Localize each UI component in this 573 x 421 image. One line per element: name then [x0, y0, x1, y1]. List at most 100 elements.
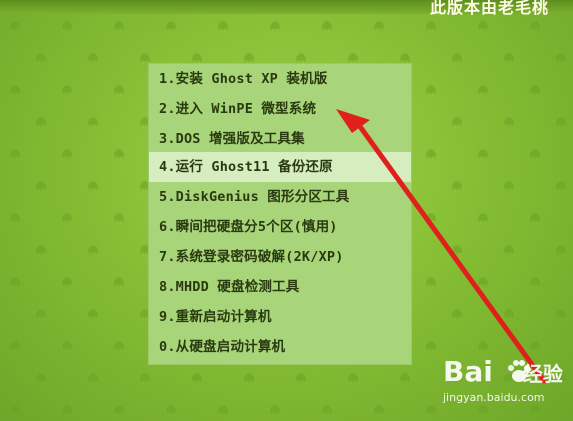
leaf-decoration	[346, 372, 360, 384]
leaf-decoration	[320, 20, 334, 32]
menu-item-label: 5.DiskGenius 图形分区工具	[159, 189, 350, 205]
leaf-decoration	[528, 20, 542, 32]
leaf-decoration	[164, 20, 178, 32]
paw-icon	[508, 360, 530, 382]
leaf-decoration	[502, 180, 516, 192]
leaf-decoration	[528, 276, 542, 288]
leaf-decoration	[8, 404, 22, 416]
menu-item-install-ghost-xp[interactable]: 1.安装 Ghost XP 装机版	[149, 64, 411, 94]
leaf-decoration	[450, 180, 464, 192]
leaf-decoration	[8, 276, 22, 288]
leaf-decoration	[502, 116, 516, 128]
leaf-decoration	[502, 244, 516, 256]
leaf-decoration	[86, 308, 100, 320]
menu-item-ghost11[interactable]: 4.运行 Ghost11 备份还原	[149, 152, 411, 182]
leaf-decoration	[502, 308, 516, 320]
menu-item-label: 0.从硬盘启动计算机	[159, 339, 286, 355]
leaf-decoration	[190, 372, 204, 384]
menu-item-label: 8.MHDD 硬盘检测工具	[159, 279, 300, 295]
menu-item-password-crack[interactable]: 7.系统登录密码破解(2K/XP)	[149, 242, 411, 272]
leaf-decoration	[528, 340, 542, 352]
leaf-decoration	[476, 148, 490, 160]
leaf-decoration	[60, 404, 74, 416]
leaf-decoration	[528, 148, 542, 160]
leaf-decoration	[34, 52, 48, 64]
menu-item-label: 2.进入 WinPE 微型系统	[159, 101, 317, 117]
leaf-decoration	[242, 372, 256, 384]
leaf-decoration	[554, 116, 568, 128]
leaf-decoration	[34, 116, 48, 128]
baidu-jingyan-watermark: Bai 经验 jingyan.baidu.com	[443, 355, 563, 411]
leaf-decoration	[34, 372, 48, 384]
leaf-decoration	[112, 20, 126, 32]
leaf-decoration	[424, 148, 438, 160]
leaf-decoration	[424, 212, 438, 224]
leaf-decoration	[398, 372, 412, 384]
leaf-decoration	[216, 404, 230, 416]
leaf-decoration	[424, 340, 438, 352]
watermark-brand: Bai 经验	[443, 355, 563, 388]
leaf-decoration	[528, 84, 542, 96]
leaf-decoration	[86, 244, 100, 256]
leaf-decoration	[8, 20, 22, 32]
leaf-decoration	[372, 404, 386, 416]
leaf-decoration	[34, 180, 48, 192]
leaf-decoration	[372, 20, 386, 32]
leaf-decoration	[60, 84, 74, 96]
leaf-decoration	[112, 404, 126, 416]
menu-item-label: 6.瞬间把硬盘分5个区(慎用)	[159, 219, 338, 235]
leaf-decoration	[476, 212, 490, 224]
top-title: 此版本由老毛桃	[429, 0, 549, 17]
leaf-decoration	[528, 212, 542, 224]
menu-item-label: 1.安装 Ghost XP 装机版	[159, 71, 328, 87]
leaf-decoration	[86, 116, 100, 128]
leaf-decoration	[450, 244, 464, 256]
leaf-decoration	[424, 20, 438, 32]
leaf-decoration	[424, 404, 438, 416]
leaf-decoration	[8, 340, 22, 352]
leaf-decoration	[60, 20, 74, 32]
menu-item-reboot[interactable]: 9.重新启动计算机	[149, 302, 411, 332]
leaf-decoration	[476, 20, 490, 32]
menu-item-dos-tools[interactable]: 3.DOS 增强版及工具集	[149, 124, 411, 154]
menu-item-winpe[interactable]: 2.进入 WinPE 微型系统	[149, 94, 411, 124]
menu-item-partition-5[interactable]: 6.瞬间把硬盘分5个区(慎用)	[149, 212, 411, 242]
leaf-decoration	[112, 148, 126, 160]
leaf-decoration	[476, 276, 490, 288]
boot-menu: 1.安装 Ghost XP 装机版 2.进入 WinPE 微型系统 3.DOS …	[148, 63, 412, 365]
leaf-decoration	[60, 276, 74, 288]
leaf-decoration	[424, 84, 438, 96]
menu-item-label: 3.DOS 增强版及工具集	[159, 131, 305, 147]
leaf-decoration	[216, 20, 230, 32]
watermark-url: jingyan.baidu.com	[443, 391, 545, 404]
leaf-decoration	[86, 180, 100, 192]
menu-item-diskgenius[interactable]: 5.DiskGenius 图形分区工具	[149, 182, 411, 212]
leaf-decoration	[268, 404, 282, 416]
menu-item-mhdd[interactable]: 8.MHDD 硬盘检测工具	[149, 272, 411, 302]
leaf-decoration	[8, 148, 22, 160]
top-strip: 此版本由老毛桃	[0, 0, 573, 17]
leaf-decoration	[450, 308, 464, 320]
leaf-decoration	[60, 212, 74, 224]
leaf-decoration	[34, 244, 48, 256]
leaf-decoration	[476, 84, 490, 96]
leaf-decoration	[138, 372, 152, 384]
leaf-decoration	[112, 212, 126, 224]
leaf-decoration	[554, 308, 568, 320]
leaf-decoration	[8, 212, 22, 224]
leaf-decoration	[450, 116, 464, 128]
leaf-decoration	[112, 340, 126, 352]
leaf-decoration	[554, 52, 568, 64]
leaf-decoration	[424, 276, 438, 288]
leaf-decoration	[294, 372, 308, 384]
leaf-decoration	[554, 180, 568, 192]
leaf-decoration	[60, 340, 74, 352]
menu-item-boot-from-disk[interactable]: 0.从硬盘启动计算机	[149, 332, 411, 362]
menu-item-label: 4.运行 Ghost11 备份还原	[159, 159, 333, 175]
leaf-decoration	[86, 52, 100, 64]
leaf-decoration	[502, 52, 516, 64]
leaf-decoration	[60, 148, 74, 160]
leaf-decoration	[112, 276, 126, 288]
leaf-decoration	[268, 20, 282, 32]
leaf-decoration	[86, 372, 100, 384]
